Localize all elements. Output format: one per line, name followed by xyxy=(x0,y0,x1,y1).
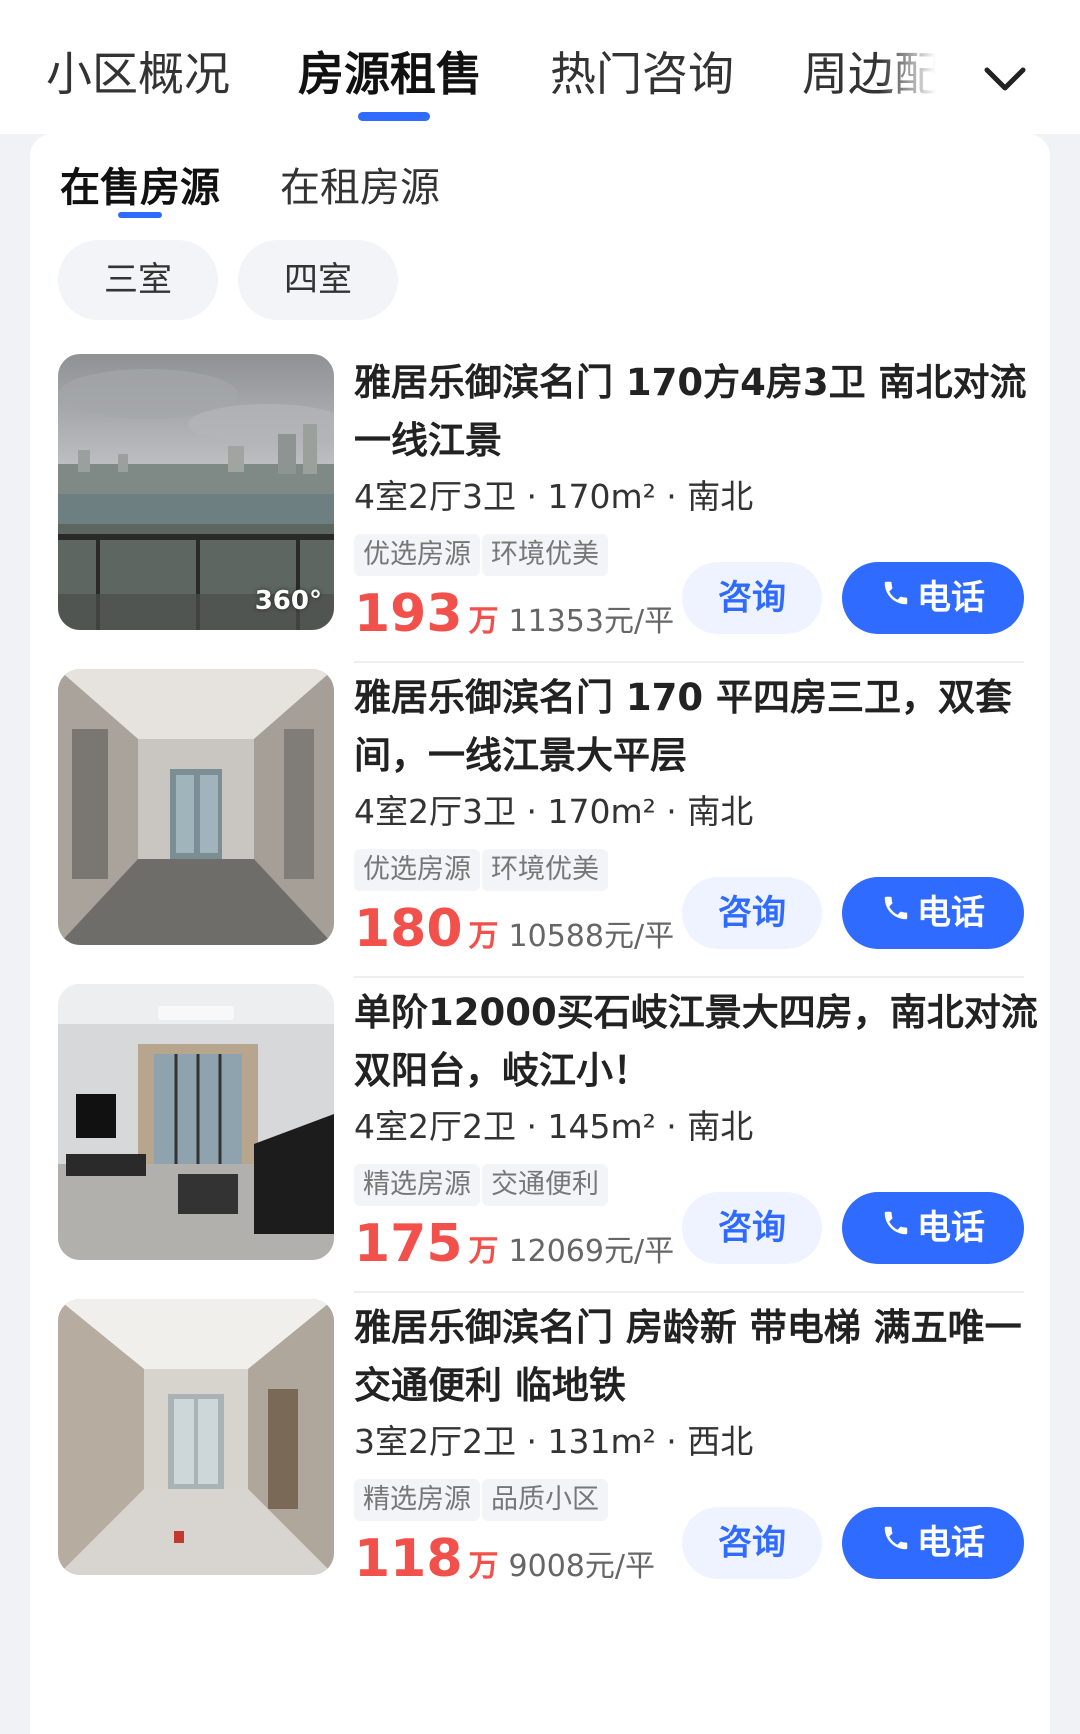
total-price: 180 xyxy=(354,899,463,959)
listing-title[interactable]: 单阶12000买石岐江景大四房，南北对流双阳台，岐江小！ xyxy=(354,984,1044,1100)
listing-tag: 环境优美 xyxy=(482,849,608,891)
call-button[interactable]: 电话 xyxy=(842,1507,1024,1579)
listing-tag: 环境优美 xyxy=(482,534,608,576)
listing-item[interactable]: 360° 雅居乐御滨名门 170方4房3卫 南北对流 一线江景 4室2厅3卫 ·… xyxy=(30,354,1050,694)
call-button[interactable]: 电话 xyxy=(842,877,1024,949)
subtab-for-rent[interactable]: 在租房源 xyxy=(280,158,440,218)
phone-icon xyxy=(881,876,911,948)
tab-hot-consult[interactable]: 热门咨询 xyxy=(550,42,734,106)
consult-button[interactable]: 咨询 xyxy=(682,1507,822,1579)
listing-specs: 4室2厅3卫 · 170m² · 南北 xyxy=(354,792,754,831)
listing-tag: 优选房源 xyxy=(354,849,480,891)
listing-photo[interactable]: 360° xyxy=(58,354,334,630)
listing-item[interactable]: 雅居乐御滨名门 170 平四房三卫，双套间，一线江景大平层 4室2厅3卫 · 1… xyxy=(30,669,1050,1009)
subtab-indicator xyxy=(118,212,162,218)
listing-tag: 优选房源 xyxy=(354,534,480,576)
divider xyxy=(354,661,1024,663)
consult-button[interactable]: 咨询 xyxy=(682,562,822,634)
listing-specs: 4室2厅3卫 · 170m² · 南北 xyxy=(354,477,754,516)
listings-card: 在售房源 在租房源 三室 四室 360° 雅居乐御滨名门 170方4房3卫 南北… xyxy=(30,134,1050,1734)
filter-chip-three-rooms[interactable]: 三室 xyxy=(58,240,218,320)
top-tab-bar: 小区概况 房源租售 热门咨询 周边配 xyxy=(0,0,1080,134)
listing-price: 118 万 9008元/平 xyxy=(354,1529,655,1589)
divider xyxy=(354,1291,1024,1293)
listing-photo[interactable] xyxy=(58,669,334,945)
unit-price: 10588元/平 xyxy=(508,919,675,954)
listing-price: 193 万 11353元/平 xyxy=(354,584,674,644)
unit-price: 12069元/平 xyxy=(508,1234,675,1269)
listing-photo[interactable] xyxy=(58,984,334,1260)
call-label: 电话 xyxy=(917,578,985,618)
listing-specs: 4室2厅2卫 · 145m² · 南北 xyxy=(354,1107,754,1146)
listing-item[interactable]: 雅居乐御滨名门 房龄新 带电梯 满五唯一 交通便利 临地铁 3室2厅2卫 · 1… xyxy=(30,1299,1050,1639)
listing-photo[interactable] xyxy=(58,1299,334,1575)
price-unit: 万 xyxy=(468,919,499,954)
tab-community-overview[interactable]: 小区概况 xyxy=(46,42,230,106)
divider xyxy=(354,976,1024,978)
panorama-360-icon: 360° xyxy=(254,586,322,616)
phone-icon xyxy=(881,1506,911,1578)
listing-price: 175 万 12069元/平 xyxy=(354,1214,674,1274)
phone-icon xyxy=(881,561,911,633)
listing-price: 180 万 10588元/平 xyxy=(354,899,674,959)
total-price: 175 xyxy=(354,1214,463,1274)
listing-tag: 精选房源 xyxy=(354,1164,480,1206)
listing-item[interactable]: 单阶12000买石岐江景大四房，南北对流双阳台，岐江小！ 4室2厅2卫 · 14… xyxy=(30,984,1050,1324)
call-button[interactable]: 电话 xyxy=(842,1192,1024,1264)
total-price: 193 xyxy=(354,584,463,644)
call-label: 电话 xyxy=(917,1523,985,1563)
price-unit: 万 xyxy=(468,604,499,639)
consult-button[interactable]: 咨询 xyxy=(682,1192,822,1264)
listing-title[interactable]: 雅居乐御滨名门 170 平四房三卫，双套间，一线江景大平层 xyxy=(354,669,1044,785)
chevron-down-icon[interactable] xyxy=(975,50,1035,110)
call-label: 电话 xyxy=(917,1208,985,1248)
consult-button[interactable]: 咨询 xyxy=(682,877,822,949)
listing-title[interactable]: 雅居乐御滨名门 房龄新 带电梯 满五唯一 交通便利 临地铁 xyxy=(354,1299,1044,1415)
listing-tag: 交通便利 xyxy=(482,1164,608,1206)
active-tab-indicator xyxy=(358,112,430,121)
price-unit: 万 xyxy=(468,1549,499,1584)
unit-price: 9008元/平 xyxy=(508,1549,656,1584)
price-unit: 万 xyxy=(468,1234,499,1269)
filter-chip-four-rooms[interactable]: 四室 xyxy=(238,240,398,320)
subtab-for-sale[interactable]: 在售房源 xyxy=(60,158,220,218)
listing-tag: 品质小区 xyxy=(482,1479,608,1521)
listing-specs: 3室2厅2卫 · 131m² · 西北 xyxy=(354,1422,754,1461)
listing-tag: 精选房源 xyxy=(354,1479,480,1521)
listing-title[interactable]: 雅居乐御滨名门 170方4房3卫 南北对流 一线江景 xyxy=(354,354,1044,470)
tab-listings[interactable]: 房源租售 xyxy=(298,42,482,106)
call-label: 电话 xyxy=(917,893,985,933)
total-price: 118 xyxy=(354,1529,463,1589)
call-button[interactable]: 电话 xyxy=(842,562,1024,634)
tab-fade-overlay xyxy=(880,30,960,120)
phone-icon xyxy=(881,1191,911,1263)
unit-price: 11353元/平 xyxy=(508,604,675,639)
